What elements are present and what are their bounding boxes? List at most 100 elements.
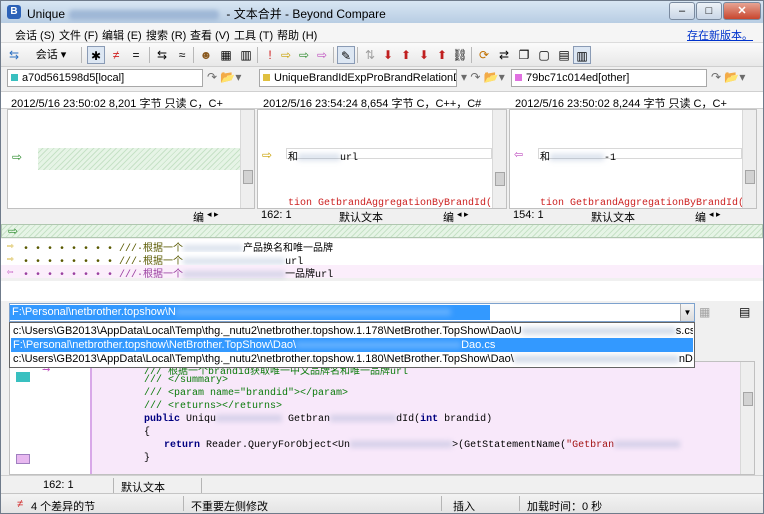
- center-path-field[interactable]: UniqueBrandIdExpProBrandRelationD: [259, 69, 457, 87]
- menu-file[interactable]: 文件 (F): [59, 27, 98, 43]
- close-button[interactable]: ✕: [723, 2, 761, 20]
- dropdown-option-3[interactable]: c:\Users\GB2013\AppData\Local\Temp\thg._…: [11, 352, 693, 366]
- new-version-link[interactable]: 存在新版本。: [687, 27, 753, 43]
- take-left-icon[interactable]: ⇨: [277, 46, 295, 64]
- right-pane[interactable]: ⇦ 和xxxxxxxxx-1 tion GetbrandAggregationB…: [509, 109, 757, 209]
- dropdown-option-1[interactable]: c:\Users\GB2013\AppData\Local\Temp\thg._…: [11, 324, 693, 338]
- toolbar-separator: [471, 47, 472, 63]
- center-path-text: UniqueBrandIdExpProBrandRelationD: [274, 72, 457, 84]
- view-icon[interactable]: ▤: [555, 46, 573, 64]
- output-path-combo[interactable]: F:\Personal\netbrother.topshow\Nxxxxxxxx…: [9, 303, 695, 322]
- insert-mode: 插入: [453, 501, 475, 513]
- merge-icon[interactable]: ⇅: [361, 46, 379, 64]
- title-bar: B Unique - 文本合并 - Beyond Compare – □ ✕: [1, 1, 763, 23]
- right-path-text: 79bc71c014ed[other]: [526, 72, 630, 84]
- left-vscroll[interactable]: [240, 110, 254, 208]
- menu-search[interactable]: 搜索 (R): [146, 27, 186, 43]
- scroll-thumb[interactable]: [745, 170, 755, 184]
- path-row: a70d561598d5[local] ↷ 📂▾ UniqueBrandIdEx…: [1, 67, 763, 89]
- output-pane-icon[interactable]: ▤: [739, 305, 750, 319]
- find-icon[interactable]: ⛓: [451, 46, 469, 64]
- toolbar-separator: [257, 47, 258, 63]
- edit-pen-icon[interactable]: ✎: [337, 46, 355, 64]
- dropdown-option-2[interactable]: F:\Personal\netbrother.topshow\NetBrothe…: [11, 338, 693, 352]
- refresh-icon[interactable]: ⟳: [475, 46, 493, 64]
- center-path-icons[interactable]: ▾ ↷ 📂▾: [461, 70, 505, 84]
- pink-arrow-icon[interactable]: ⇦: [514, 148, 523, 161]
- show-same-icon[interactable]: =: [127, 46, 145, 64]
- right-path-icons[interactable]: ↷ 📂▾: [711, 70, 745, 84]
- left-path-field[interactable]: a70d561598d5[local]: [7, 69, 203, 87]
- scroll-thumb[interactable]: [243, 170, 253, 184]
- toolbar-separator: [149, 47, 150, 63]
- left-hscroll-arrows[interactable]: ◂ ▸: [207, 209, 219, 220]
- show-all-icon[interactable]: ✱: [87, 46, 105, 64]
- right-hscroll-arrows[interactable]: ◂ ▸: [709, 209, 721, 220]
- maximize-button[interactable]: □: [696, 2, 722, 20]
- cyan-marker: [16, 372, 30, 382]
- home-icon[interactable]: ⇆: [5, 46, 23, 64]
- take-center-icon[interactable]: ⇨: [295, 46, 313, 64]
- menu-bar: 会话 (S) 文件 (F) 编辑 (E) 搜索 (R) 查看 (V) 工具 (T…: [1, 23, 763, 43]
- output-vscroll[interactable]: [740, 362, 754, 474]
- green-arrow-icon[interactable]: ⇨: [12, 150, 22, 164]
- left-pane[interactable]: ⇨: [7, 109, 255, 209]
- scroll-thumb[interactable]: [495, 172, 505, 186]
- next-diff-icon[interactable]: ⬇: [379, 46, 397, 64]
- code-line-7: return Reader.QueryForObject<Unxxxxxxxxx…: [164, 440, 681, 451]
- green-arrow-icon[interactable]: ⇨: [8, 224, 18, 238]
- summary-line-3[interactable]: ⇦ • • • • • • • • ///·根据一个xxxxxxxxxxxxxx…: [1, 265, 763, 281]
- ignore-icon[interactable]: ≈: [173, 46, 191, 64]
- session-label: 会话: [35, 49, 58, 61]
- person-icon[interactable]: ☻: [197, 46, 215, 64]
- center-vscroll[interactable]: [492, 110, 506, 208]
- swap-icon[interactable]: ⇄: [495, 46, 513, 64]
- three-pane-icon[interactable]: ▥: [573, 46, 591, 64]
- diff-count-icon: ≠: [17, 498, 24, 510]
- yellow-arrow-icon[interactable]: ⇨: [262, 148, 272, 162]
- output-status-row: 162: 1 默认文本: [1, 475, 763, 494]
- scroll-thumb[interactable]: [743, 392, 753, 406]
- status-separator: [441, 496, 442, 511]
- menu-tools[interactable]: 工具 (T): [234, 27, 273, 43]
- summary-line-2[interactable]: ⇨ • • • • • • • • ///·根据一个xxxxxxxxxxxxxx…: [1, 252, 763, 268]
- menu-view[interactable]: 查看 (V): [190, 27, 230, 43]
- center-hscroll-arrows[interactable]: ◂ ▸: [457, 209, 469, 220]
- session-button[interactable]: 会话 ▾: [25, 46, 77, 64]
- menu-help[interactable]: 帮助 (H): [277, 27, 317, 43]
- prev-section-icon[interactable]: ⬆: [433, 46, 451, 64]
- title-suffix: - 文本合并 - Beyond Compare: [223, 7, 386, 21]
- window-title: Unique - 文本合并 - Beyond Compare: [27, 5, 386, 22]
- columns-icon[interactable]: ▥: [237, 46, 255, 64]
- save-icon[interactable]: ▦: [699, 305, 710, 319]
- right-vscroll[interactable]: [742, 110, 756, 208]
- toolbar-separator: [193, 47, 194, 63]
- prev-diff-icon[interactable]: ⬆: [397, 46, 415, 64]
- show-diffs-icon[interactable]: ≠: [107, 46, 125, 64]
- take-right-icon[interactable]: ⇨: [313, 46, 331, 64]
- menu-session[interactable]: 会话 (S): [15, 27, 55, 43]
- load-time: 加载时间：0 秒: [527, 501, 603, 513]
- center-mode: 默认文本: [339, 212, 383, 224]
- center-pane[interactable]: ⇨ 和xxxxxxxurl tion GetbrandAggregationBy…: [257, 109, 507, 209]
- rules-icon[interactable]: ⇆: [153, 46, 171, 64]
- center-line-1: 和xxxxxxxurl: [288, 153, 359, 164]
- next-section-icon[interactable]: ⬇: [415, 46, 433, 64]
- output-gutter: ⇆: [10, 362, 90, 474]
- paste-icon[interactable]: ▢: [535, 46, 553, 64]
- output-code-area[interactable]: /// 根据一个brandid获取唯一中文品牌名和唯一品牌url /// </s…: [90, 362, 740, 474]
- menu-edit[interactable]: 编辑 (E): [102, 27, 142, 43]
- center-line-2: tion GetbrandAggregationByBrandId(int: [288, 198, 507, 209]
- chevron-down-icon[interactable]: ▼: [680, 304, 694, 321]
- status-separator: [113, 478, 114, 493]
- left-path-icons[interactable]: ↷ 📂▾: [207, 70, 241, 84]
- summary-line-1[interactable]: ⇨ • • • • • • • • ///·根据一个xxxxxxxxxx产品换名…: [1, 239, 763, 255]
- layout-icon[interactable]: ▦: [217, 46, 235, 64]
- minimize-button[interactable]: –: [669, 2, 695, 20]
- copy-icon[interactable]: ❐: [515, 46, 533, 64]
- output-pane[interactable]: ⇆ /// 根据一个brandid获取唯一中文品牌名和唯一品牌url /// <…: [9, 361, 755, 475]
- merge-overview-strip: ⇨: [1, 224, 763, 238]
- code-line-2: /// </summary>: [144, 375, 229, 386]
- right-path-field[interactable]: 79bc71c014ed[other]: [511, 69, 707, 87]
- right-cursor-pos: 154: 1: [513, 209, 544, 221]
